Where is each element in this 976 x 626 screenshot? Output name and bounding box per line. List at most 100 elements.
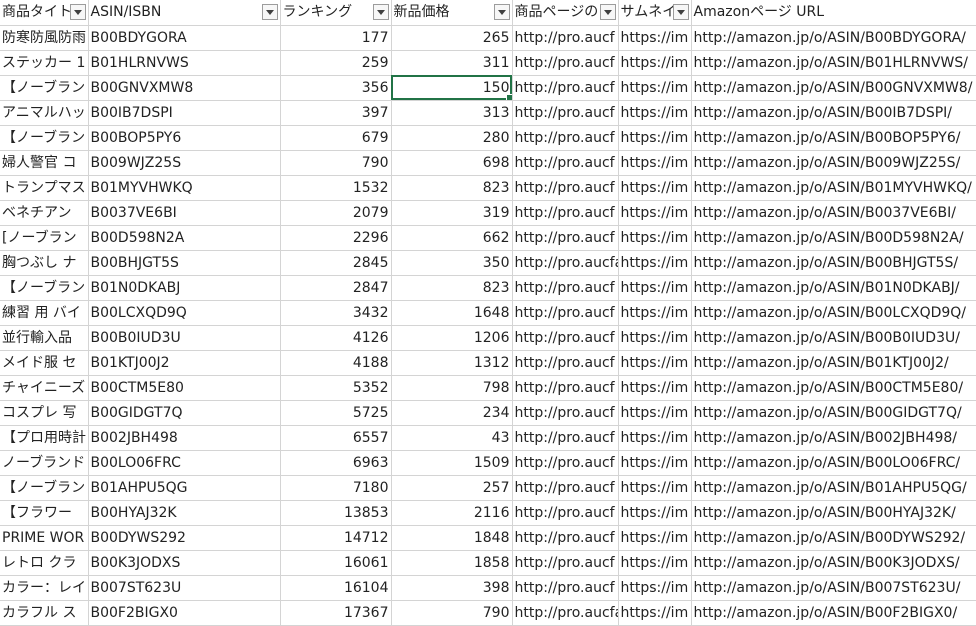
cell-amazon[interactable]: http://amazon.jp/o/ASIN/B00IB7DSPI/: [691, 100, 976, 126]
dropdown-arrow-icon[interactable]: [493, 4, 510, 20]
cell-price[interactable]: 823: [391, 175, 513, 201]
cell-amazon[interactable]: http://amazon.jp/o/ASIN/B00BOP5PY6/: [691, 125, 976, 151]
cell-price[interactable]: 319: [391, 200, 513, 226]
cell-price[interactable]: 265: [391, 25, 513, 51]
cell-thumb[interactable]: https://im: [618, 600, 692, 626]
cell-page[interactable]: http://pro.aucfan.com/an: [512, 600, 619, 626]
cell-page[interactable]: http://pro.aucf: [512, 575, 619, 601]
cell-thumb[interactable]: https://im: [618, 550, 692, 576]
cell-amazon[interactable]: http://amazon.jp/o/ASIN/B00F2BIGX0/: [691, 600, 976, 626]
cell-rank[interactable]: 1532: [280, 175, 392, 201]
cell-title[interactable]: 【ノーブラン: [0, 275, 89, 301]
cell-asin[interactable]: B00LCXQD9Q: [88, 300, 281, 326]
cell-amazon[interactable]: http://amazon.jp/o/ASIN/B00LCXQD9Q/: [691, 300, 976, 326]
cell-rank[interactable]: 7180: [280, 475, 392, 501]
column-header-amazon[interactable]: Amazonページ URL: [691, 0, 976, 26]
dropdown-arrow-icon[interactable]: [372, 4, 389, 20]
cell-thumb[interactable]: https://im: [618, 350, 692, 376]
cell-rank[interactable]: 6963: [280, 450, 392, 476]
cell-rank[interactable]: 2079: [280, 200, 392, 226]
dropdown-arrow-icon[interactable]: [69, 4, 86, 20]
cell-price[interactable]: 2116: [391, 500, 513, 526]
cell-page[interactable]: http://pro.aucf: [512, 300, 619, 326]
cell-amazon[interactable]: http://amazon.jp/o/ASIN/B00GNVXMW8/: [691, 75, 976, 101]
cell-price[interactable]: 790: [391, 600, 513, 626]
cell-page[interactable]: http://pro.aucf: [512, 100, 619, 126]
column-header-page[interactable]: 商品ページの: [512, 0, 619, 26]
cell-page[interactable]: http://pro.aucf: [512, 175, 619, 201]
cell-asin[interactable]: B00D598N2A: [88, 225, 281, 251]
cell-rank[interactable]: 14712: [280, 525, 392, 551]
cell-page[interactable]: http://pro.aucf: [512, 125, 619, 151]
cell-title[interactable]: レトロ クラ: [0, 550, 89, 576]
cell-price[interactable]: 1648: [391, 300, 513, 326]
cell-amazon[interactable]: http://amazon.jp/o/ASIN/B01HLRNVWS/: [691, 50, 976, 76]
cell-price[interactable]: 798: [391, 375, 513, 401]
cell-title[interactable]: 並行輸入品: [0, 325, 89, 351]
cell-title[interactable]: メイド服 セ: [0, 350, 89, 376]
cell-thumb[interactable]: https://im: [618, 400, 692, 426]
cell-asin[interactable]: B007ST623U: [88, 575, 281, 601]
cell-page[interactable]: http://pro.aucfan.com/an: [512, 250, 619, 276]
cell-thumb[interactable]: https://im: [618, 500, 692, 526]
cell-title[interactable]: コスプレ 写: [0, 400, 89, 426]
cell-rank[interactable]: 5352: [280, 375, 392, 401]
cell-thumb[interactable]: https://im: [618, 100, 692, 126]
cell-thumb[interactable]: https://im: [618, 525, 692, 551]
cell-thumb[interactable]: https://im: [618, 250, 692, 276]
column-header-asin[interactable]: ASIN/ISBN: [88, 0, 281, 26]
cell-page[interactable]: http://pro.aucf: [512, 225, 619, 251]
cell-thumb[interactable]: https://im: [618, 325, 692, 351]
cell-rank[interactable]: 4126: [280, 325, 392, 351]
cell-title[interactable]: 【ノーブラン: [0, 75, 89, 101]
cell-asin[interactable]: B00BOP5PY6: [88, 125, 281, 151]
cell-asin[interactable]: B00BHJGT5S: [88, 250, 281, 276]
cell-asin[interactable]: B00DYWS292: [88, 525, 281, 551]
cell-rank[interactable]: 16061: [280, 550, 392, 576]
cell-price[interactable]: 1312: [391, 350, 513, 376]
cell-page[interactable]: http://pro.aucf: [512, 400, 619, 426]
cell-page[interactable]: http://pro.aucf: [512, 350, 619, 376]
cell-title[interactable]: 胸つぶし ナ: [0, 250, 89, 276]
cell-rank[interactable]: 679: [280, 125, 392, 151]
cell-rank[interactable]: 177: [280, 25, 392, 51]
cell-title[interactable]: チャイニーズ: [0, 375, 89, 401]
cell-page[interactable]: http://pro.aucf: [512, 525, 619, 551]
cell-rank[interactable]: 17367: [280, 600, 392, 626]
cell-price[interactable]: 698: [391, 150, 513, 176]
cell-amazon[interactable]: http://amazon.jp/o/ASIN/B00K3JODXS/: [691, 550, 976, 576]
cell-price[interactable]: 313: [391, 100, 513, 126]
cell-price[interactable]: 398: [391, 575, 513, 601]
column-header-price[interactable]: 新品価格: [391, 0, 513, 26]
cell-rank[interactable]: 13853: [280, 500, 392, 526]
cell-asin[interactable]: B00B0IUD3U: [88, 325, 281, 351]
cell-thumb[interactable]: https://im: [618, 225, 692, 251]
cell-title[interactable]: 【プロ用時計: [0, 425, 89, 451]
cell-thumb[interactable]: https://im: [618, 450, 692, 476]
cell-page[interactable]: http://pro.aucf: [512, 450, 619, 476]
cell-amazon[interactable]: http://amazon.jp/o/ASIN/B00BHJGT5S/: [691, 250, 976, 276]
cell-title[interactable]: アニマルハッ: [0, 100, 89, 126]
cell-page[interactable]: http://pro.aucf: [512, 325, 619, 351]
cell-thumb[interactable]: https://im: [618, 125, 692, 151]
column-header-rank[interactable]: ランキング: [280, 0, 392, 26]
cell-asin[interactable]: B00HYAJ32K: [88, 500, 281, 526]
cell-amazon[interactable]: http://amazon.jp/o/ASIN/B009WJZ25S/: [691, 150, 976, 176]
cell-title[interactable]: カラー：レイ: [0, 575, 89, 601]
cell-price[interactable]: 280: [391, 125, 513, 151]
column-header-title[interactable]: 商品タイト: [0, 0, 89, 26]
cell-thumb[interactable]: https://im: [618, 50, 692, 76]
cell-amazon[interactable]: http://amazon.jp/o/ASIN/B00HYAJ32K/: [691, 500, 976, 526]
cell-amazon[interactable]: http://amazon.jp/o/ASIN/B007ST623U/: [691, 575, 976, 601]
cell-title[interactable]: 防寒防風防雨: [0, 25, 89, 51]
cell-asin[interactable]: B00F2BIGX0: [88, 600, 281, 626]
cell-rank[interactable]: 5725: [280, 400, 392, 426]
cell-amazon[interactable]: http://amazon.jp/o/ASIN/B01MYVHWKQ/: [691, 175, 976, 201]
cell-thumb[interactable]: https://im: [618, 75, 692, 101]
cell-price[interactable]: 234: [391, 400, 513, 426]
dropdown-arrow-icon[interactable]: [672, 4, 689, 20]
cell-price[interactable]: 1509: [391, 450, 513, 476]
cell-asin[interactable]: B00K3JODXS: [88, 550, 281, 576]
dropdown-arrow-icon[interactable]: [261, 4, 278, 20]
cell-price[interactable]: 150: [391, 75, 513, 101]
